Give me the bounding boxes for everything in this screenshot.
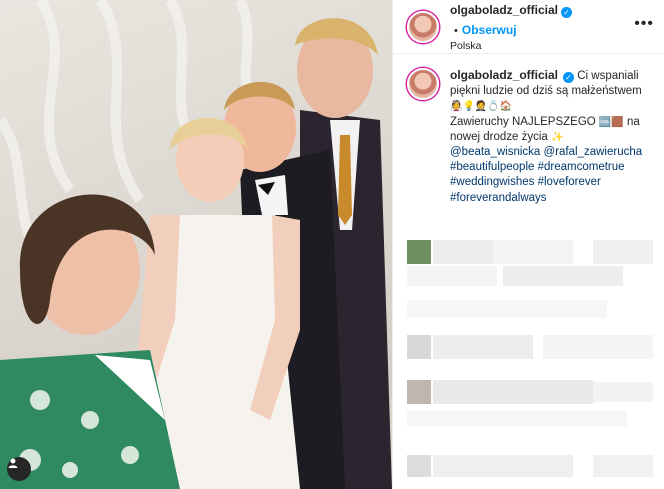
- person-icon: [8, 458, 18, 468]
- hashtag-link[interactable]: #beautifulpeople: [450, 161, 534, 173]
- location-link[interactable]: Polska: [450, 40, 634, 53]
- caption-emoji-1: 👰💡🤵💍🏠: [450, 101, 513, 113]
- post-photo[interactable]: [0, 0, 392, 489]
- hashtag-link[interactable]: #loveforever: [538, 176, 601, 188]
- mention-link[interactable]: @beata_wisnicka: [450, 146, 540, 158]
- caption-emoji-2: 🆒🟫: [598, 116, 624, 128]
- username-link[interactable]: olgaboladz_official: [450, 3, 558, 17]
- hashtag-link[interactable]: #foreverandalways: [450, 192, 547, 204]
- post-header: olgaboladz_official ✓ • Obserwuj Polska •••: [393, 0, 664, 54]
- caption-emoji-3: ✨: [551, 131, 564, 143]
- follow-button[interactable]: Obserwuj: [462, 23, 517, 37]
- caption-text: olgaboladz_official ✓ Ci wspaniali piękni…: [450, 68, 654, 206]
- caption-line2a: Zawieruchy NAJLEPSZEGO: [450, 115, 596, 128]
- user-tag-icon[interactable]: [7, 457, 31, 481]
- separator-dot: •: [454, 24, 458, 37]
- wedding-group-photo: [0, 0, 392, 489]
- verified-badge-icon: ✓: [563, 72, 575, 83]
- header-meta: olgaboladz_official ✓ • Obserwuj Polska: [450, 0, 634, 53]
- caption-avatar[interactable]: [407, 68, 439, 100]
- hashtag-link[interactable]: #weddingwishes: [450, 176, 534, 188]
- mention-link[interactable]: @rafal_zawierucha: [544, 146, 643, 158]
- caption-username[interactable]: olgaboladz_official: [450, 68, 558, 82]
- more-options-icon[interactable]: •••: [634, 15, 654, 39]
- instagram-post: olgaboladz_official ✓• Obserwuj Polska •••…: [0, 0, 664, 489]
- hashtag-link[interactable]: #dreamcometrue: [538, 161, 625, 173]
- avatar[interactable]: [407, 10, 439, 43]
- post-sidebar: olgaboladz_official ✓• Obserwuj Polska •••…: [392, 0, 664, 489]
- caption: olgaboladz_official ✓ Ci wspaniali piękni…: [393, 54, 664, 206]
- verified-badge-icon: ✓: [561, 6, 573, 18]
